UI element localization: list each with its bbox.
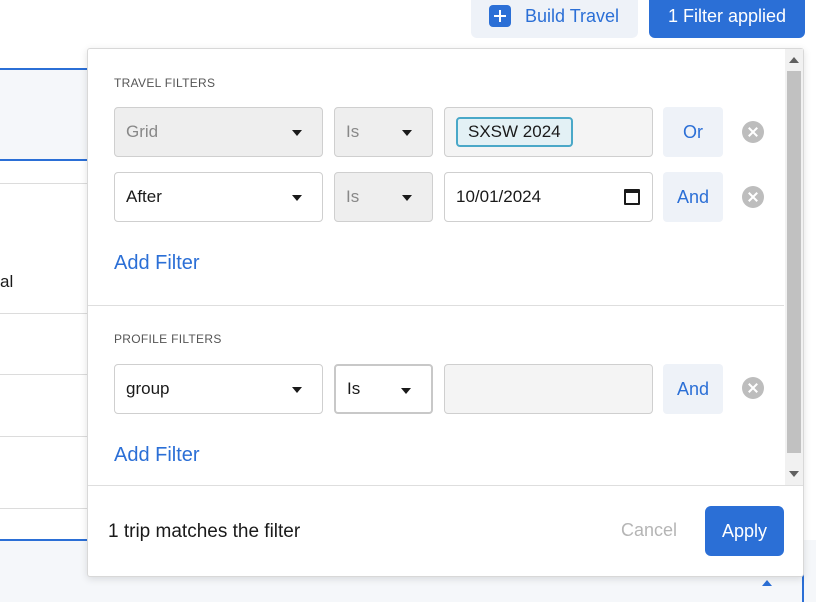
field-select[interactable]: After — [114, 172, 323, 222]
scroll-thumb[interactable] — [787, 71, 801, 453]
background-divider — [0, 183, 88, 184]
background-text: al — [0, 272, 14, 291]
build-travel-button[interactable]: Build Travel — [471, 0, 638, 38]
operator-select[interactable]: Is — [334, 172, 433, 222]
section-divider — [88, 305, 784, 306]
background-rule — [0, 68, 88, 70]
field-select-value: Grid — [126, 122, 159, 141]
cancel-button[interactable]: Cancel — [621, 520, 677, 541]
build-travel-label: Build Travel — [525, 5, 620, 26]
apply-button[interactable]: Apply — [705, 506, 784, 556]
remove-filter-icon[interactable] — [742, 377, 764, 399]
match-count-text: 1 trip matches the filter — [108, 521, 301, 542]
chevron-down-icon — [292, 195, 302, 201]
field-select-value: After — [126, 187, 162, 206]
chevron-down-icon — [401, 388, 411, 394]
value-field[interactable]: SXSW 2024 — [444, 107, 653, 157]
add-profile-filter-link[interactable]: Add Filter — [114, 444, 200, 467]
field-select[interactable]: group — [114, 364, 323, 414]
background-divider — [0, 374, 88, 375]
conjunction-button[interactable]: Or — [663, 107, 723, 157]
footer-divider — [88, 485, 803, 486]
remove-filter-icon[interactable] — [742, 121, 764, 143]
chevron-down-icon — [292, 130, 302, 136]
chevron-down-icon — [292, 387, 302, 393]
background-rule — [0, 159, 88, 161]
plus-icon — [489, 5, 511, 27]
scroll-down-icon[interactable] — [789, 471, 799, 477]
field-select[interactable]: Grid — [114, 107, 323, 157]
value-tag[interactable]: SXSW 2024 — [456, 117, 573, 147]
operator-select-value: Is — [347, 379, 361, 398]
remove-filter-icon[interactable] — [742, 186, 764, 208]
filter-modal: TRAVEL FILTERS Grid Is SXSW 2024 Or Afte… — [87, 48, 804, 577]
calendar-icon[interactable] — [624, 189, 640, 205]
date-input-value: 10/01/2024 — [456, 187, 542, 206]
conjunction-button[interactable]: And — [663, 172, 723, 222]
scrollbar[interactable] — [785, 49, 803, 485]
profile-filters-heading: PROFILE FILTERS — [114, 332, 222, 346]
chevron-down-icon — [402, 195, 412, 201]
value-input[interactable] — [444, 364, 653, 414]
date-input[interactable]: 10/01/2024 — [444, 172, 653, 222]
travel-filters-heading: TRAVEL FILTERS — [114, 76, 216, 90]
filter-applied-button[interactable]: 1 Filter applied — [649, 0, 805, 38]
background-divider — [0, 508, 88, 509]
background-rule — [0, 539, 88, 541]
chevron-up-icon[interactable] — [762, 580, 772, 586]
background-divider — [0, 313, 88, 314]
operator-select[interactable]: Is — [334, 364, 433, 414]
operator-select-value: Is — [346, 122, 360, 141]
field-select-value: group — [126, 379, 170, 398]
conjunction-button[interactable]: And — [663, 364, 723, 414]
add-travel-filter-link[interactable]: Add Filter — [114, 252, 200, 275]
scroll-up-icon[interactable] — [789, 57, 799, 63]
background-divider — [0, 436, 88, 437]
operator-select[interactable]: Is — [334, 107, 433, 157]
background-panel — [0, 70, 88, 160]
chevron-down-icon — [402, 130, 412, 136]
operator-select-value: Is — [346, 187, 360, 206]
